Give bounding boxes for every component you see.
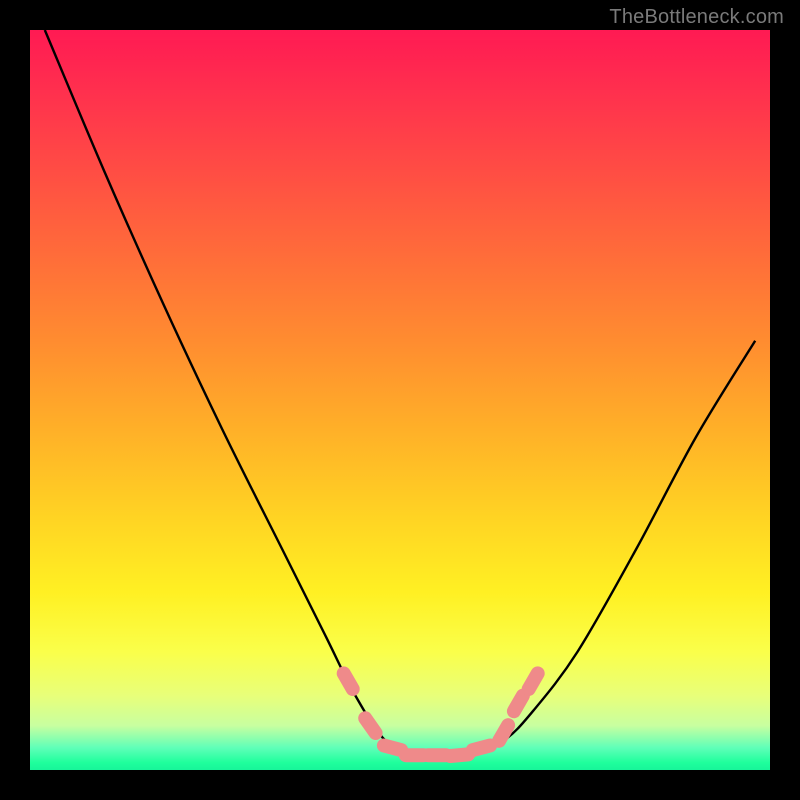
plot-area [30, 30, 770, 770]
bottleneck-curve [30, 30, 770, 770]
marker-dash [499, 725, 508, 741]
marker-dash [365, 718, 375, 733]
curve-markers [344, 673, 538, 756]
marker-dash [450, 754, 468, 756]
curve-path [45, 30, 755, 757]
marker-dash [514, 696, 523, 712]
chart-frame: TheBottleneck.com [0, 0, 800, 800]
marker-dash [529, 673, 538, 689]
watermark-text: TheBottleneck.com [609, 6, 784, 29]
marker-dash [384, 746, 401, 751]
marker-dash [473, 746, 490, 751]
marker-dash [344, 673, 353, 689]
